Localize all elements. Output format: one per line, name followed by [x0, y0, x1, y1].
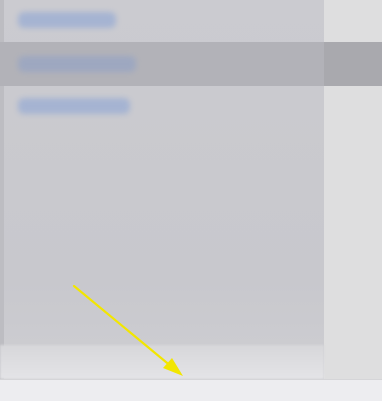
menu-item-2-selected[interactable] [0, 42, 324, 86]
bottom-bar[interactable] [0, 345, 324, 379]
menu-item-3[interactable] [0, 86, 324, 126]
bottom-edge [0, 379, 382, 401]
menu-item-1[interactable] [0, 0, 324, 40]
menu-item-label [18, 98, 130, 114]
menu-item-label [18, 56, 136, 72]
menu-item-label [18, 12, 116, 28]
right-side-selected-band [324, 42, 382, 86]
